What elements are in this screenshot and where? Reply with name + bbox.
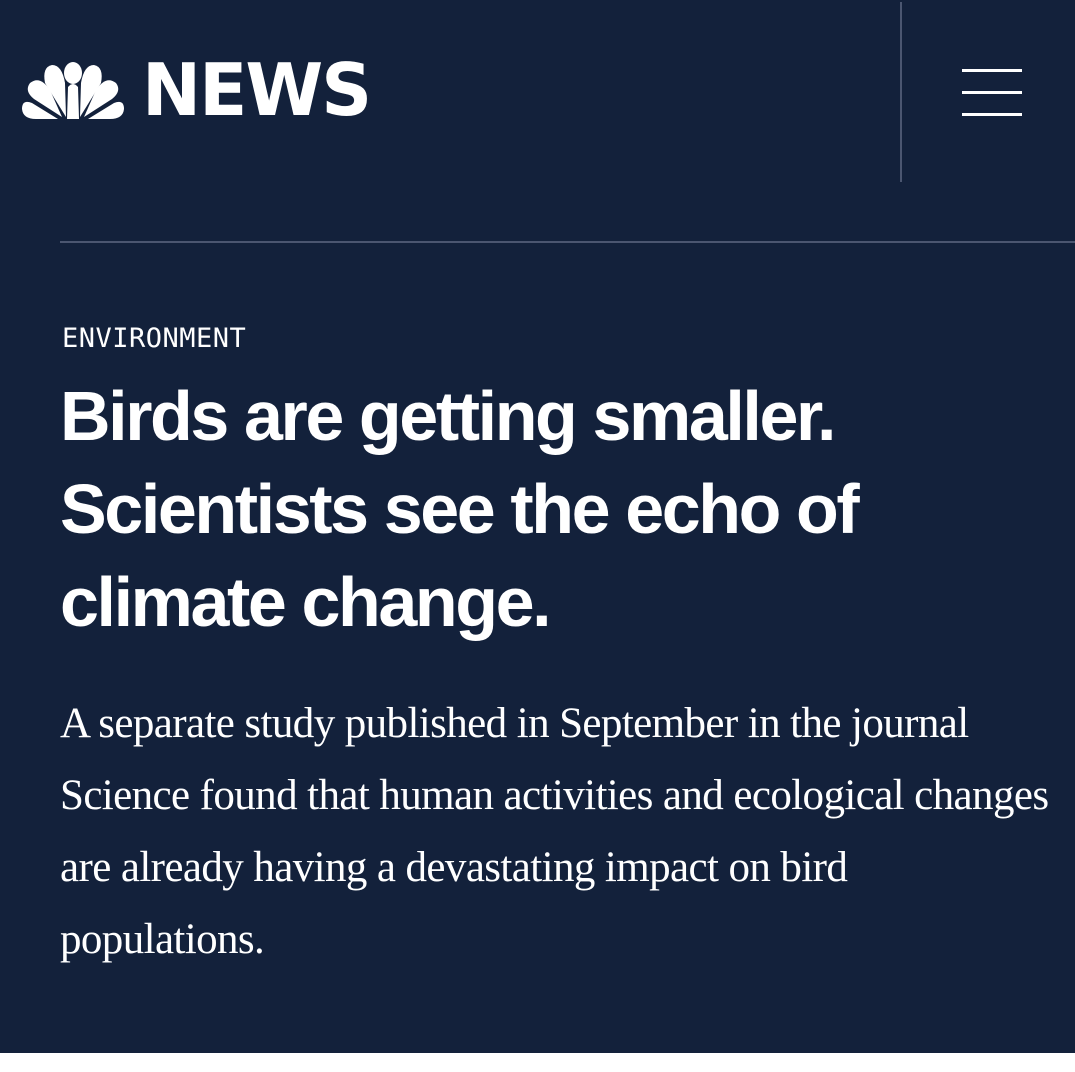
menu-button[interactable] [955,64,1029,122]
nbc-news-logo[interactable]: NEWS [22,48,375,132]
hamburger-menu-icon [962,91,1022,94]
article-dek: A separate study published in September … [60,700,1049,963]
header-divider [900,2,902,182]
hamburger-menu-icon [962,69,1022,72]
nbc-peacock-icon [22,62,124,119]
article-hero: NEWS ENVIRONMENT Birds are getting small… [0,0,1075,1053]
article-headline: Birds are getting smaller. Scientists se… [60,377,860,641]
page: NEWS ENVIRONMENT Birds are getting small… [0,0,1075,1072]
site-header: NEWS [0,0,1075,182]
category-label[interactable]: ENVIRONMENT [62,322,246,356]
hamburger-menu-icon [962,113,1022,116]
section-divider [60,241,1075,243]
brand-wordmark: NEWS [142,48,372,132]
